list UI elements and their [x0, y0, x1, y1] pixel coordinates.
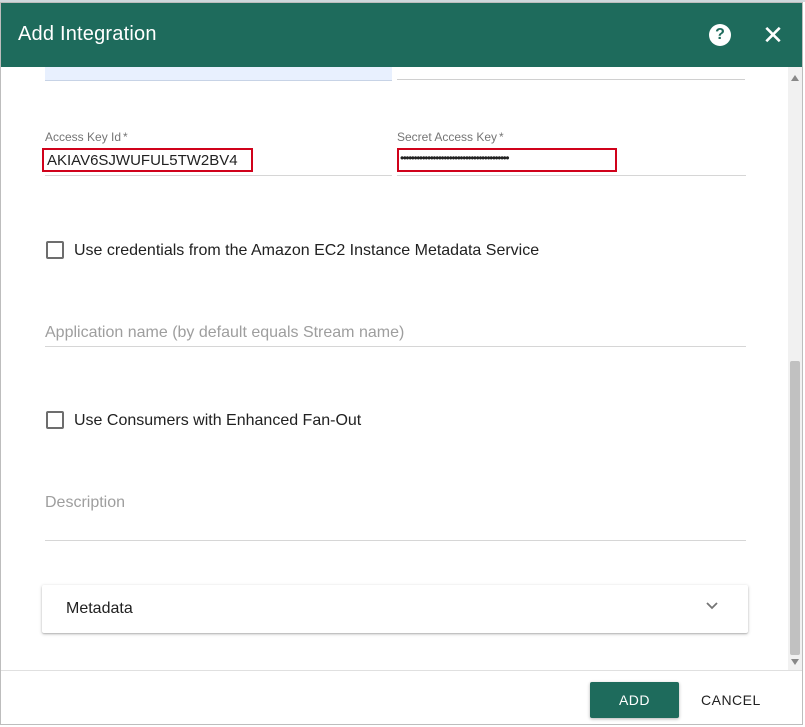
- scroll-down-arrow-icon[interactable]: [791, 659, 799, 665]
- access-key-id-label: Access Key Id *: [45, 130, 128, 144]
- scroll-thumb[interactable]: [790, 361, 800, 655]
- dialog-header: Add Integration ? ✕: [1, 3, 802, 67]
- add-integration-dialog: Add Integration ? ✕ Access Key Id * AKIAV…: [0, 2, 803, 725]
- cancel-button[interactable]: CANCEL: [695, 682, 765, 718]
- secret-access-key-input[interactable]: ••••••••••••••••••••••••••••••••••••••••: [400, 151, 612, 165]
- description-input[interactable]: Description: [45, 494, 125, 512]
- partially-visible-field[interactable]: [45, 67, 392, 81]
- close-icon[interactable]: ✕: [760, 22, 786, 48]
- access-key-id-underline: [45, 175, 392, 176]
- secret-access-key-underline: [397, 175, 746, 176]
- vertical-scrollbar[interactable]: [788, 67, 802, 670]
- dialog-content: Access Key Id * AKIAV6SJWUFUL5TW2BV4 Secr…: [1, 67, 788, 670]
- application-name-underline: [45, 346, 746, 347]
- dialog-title: Add Integration: [18, 23, 157, 45]
- dialog-footer: ADD CANCEL: [1, 670, 802, 724]
- add-button[interactable]: ADD: [590, 682, 679, 718]
- access-key-id-input[interactable]: AKIAV6SJWUFUL5TW2BV4: [47, 152, 238, 169]
- secret-access-key-label: Secret Access Key *: [397, 130, 504, 144]
- ec2-metadata-label: Use credentials from the Amazon EC2 Inst…: [74, 242, 540, 259]
- enhanced-fanout-checkbox[interactable]: [46, 411, 64, 429]
- description-underline: [45, 540, 746, 541]
- ec2-metadata-checkbox[interactable]: [46, 241, 64, 259]
- help-icon[interactable]: ?: [709, 24, 731, 46]
- metadata-expansion-panel[interactable]: Metadata: [42, 585, 748, 633]
- metadata-label: Metadata: [66, 600, 133, 617]
- partially-visible-field-underline: [397, 79, 745, 80]
- enhanced-fanout-label: Use Consumers with Enhanced Fan-Out: [74, 412, 362, 429]
- chevron-down-icon: [702, 597, 722, 617]
- scroll-up-arrow-icon[interactable]: [791, 75, 799, 81]
- application-name-input[interactable]: Application name (by default equals Stre…: [45, 324, 404, 342]
